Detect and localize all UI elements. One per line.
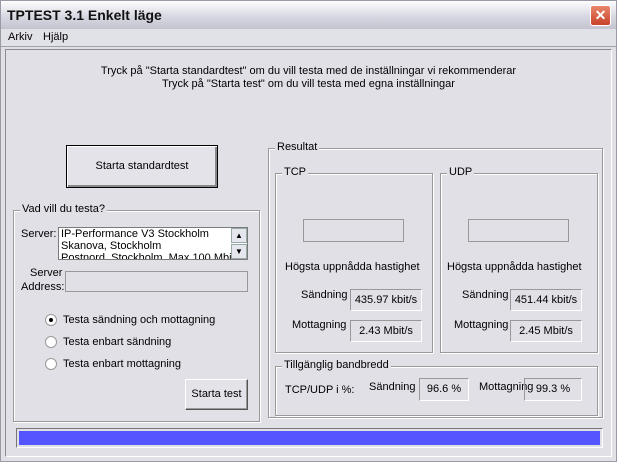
tcp-max-label: Högsta uppnådda hastighet: [285, 261, 420, 273]
bandwidth-legend: Tillgänglig bandbredd: [282, 359, 391, 371]
progress-bar: [16, 428, 603, 448]
server-item[interactable]: Postnord, Stockholm, Max 100 Mbit: [61, 252, 231, 259]
udp-recv-label: Mottagning: [454, 319, 509, 331]
udp-max-label: Högsta uppnådda hastighet: [447, 261, 582, 273]
udp-recv-value: 2.45 Mbit/s: [510, 320, 582, 342]
tcp-recv-label: Mottagning: [292, 319, 347, 331]
menu-bar: Arkiv Hjälp: [1, 29, 616, 47]
tcp-status-box: [303, 219, 404, 242]
instruction-line-2: Tryck på "Starta test" om du vill testa …: [162, 78, 455, 90]
server-item[interactable]: Skanova, Stockholm: [61, 240, 231, 252]
radio-receive-only[interactable]: [45, 358, 57, 370]
start-standard-test-button[interactable]: Starta standardtest: [66, 145, 218, 188]
menu-hjalp[interactable]: Hjälp: [43, 31, 68, 43]
server-address-input[interactable]: [65, 271, 248, 292]
tcp-recv-value: 2.43 Mbit/s: [350, 320, 422, 342]
app-window: TPTEST 3.1 Enkelt läge ✕ Arkiv Hjälp Try…: [0, 0, 617, 462]
scroll-down-icon[interactable]: ▼: [231, 244, 247, 259]
tcp-send-label: Sändning: [301, 289, 348, 301]
radio-send-only[interactable]: [45, 336, 57, 348]
scroll-up-icon[interactable]: ▲: [231, 228, 247, 243]
menu-arkiv[interactable]: Arkiv: [8, 31, 32, 43]
server-address-label-1: Server: [30, 267, 63, 279]
radio-label[interactable]: Testa enbart sändning: [63, 336, 171, 348]
server-address-label-2: Address:: [21, 281, 65, 293]
results-legend: Resultat: [275, 141, 320, 153]
test-options-legend: Vad vill du testa?: [20, 203, 107, 215]
results-group: Resultat TCP Högsta uppnådda hastighet S…: [268, 141, 603, 418]
close-icon[interactable]: ✕: [590, 5, 611, 26]
udp-send-label: Sändning: [462, 289, 509, 301]
bandwidth-recv-value: 99.3 %: [524, 378, 582, 401]
bandwidth-send-label: Sändning: [369, 381, 416, 393]
start-test-button[interactable]: Starta test: [185, 379, 248, 410]
tcp-send-value: 435.97 kbit/s: [350, 289, 422, 311]
title-bar[interactable]: TPTEST 3.1 Enkelt läge ✕: [1, 1, 616, 29]
bandwidth-label: TCP/UDP i %:: [285, 384, 355, 396]
tcp-legend: TCP: [282, 166, 308, 178]
radio-label[interactable]: Testa enbart mottagning: [63, 358, 181, 370]
bandwidth-group: Tillgänglig bandbredd TCP/UDP i %: Sändn…: [275, 359, 598, 416]
window-title: TPTEST 3.1 Enkelt läge: [7, 7, 162, 23]
server-label: Server:: [21, 228, 57, 240]
radio-label[interactable]: Testa sändning och mottagning: [63, 314, 215, 326]
server-item[interactable]: IP-Performance V3 Stockholm: [61, 228, 231, 240]
main-panel: Tryck på "Starta standardtest" om du vil…: [5, 49, 612, 457]
bandwidth-send-value: 96.6 %: [419, 378, 469, 401]
udp-group: UDP Högsta uppnådda hastighet Sändning 4…: [440, 166, 598, 353]
tcp-group: TCP Högsta uppnådda hastighet Sändning 4…: [275, 166, 433, 353]
udp-legend: UDP: [447, 166, 475, 178]
radio-send-and-receive[interactable]: [45, 314, 57, 326]
instruction-line-1: Tryck på "Starta standardtest" om du vil…: [100, 65, 517, 77]
udp-send-value: 451.44 kbit/s: [510, 289, 582, 311]
progress-fill: [19, 431, 600, 445]
server-list[interactable]: IP-Performance V3 Stockholm Skanova, Sto…: [58, 227, 248, 260]
test-options-group: Vad vill du testa? Server: IP-Performanc…: [13, 203, 260, 422]
udp-status-box: [468, 219, 569, 242]
